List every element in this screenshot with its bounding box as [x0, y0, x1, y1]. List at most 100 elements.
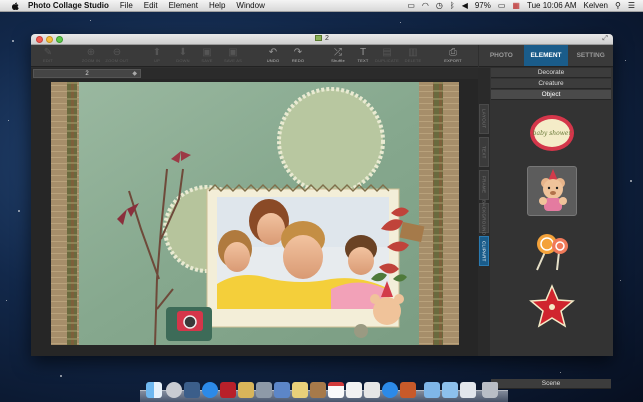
flag-icon[interactable]: ▦	[512, 1, 520, 11]
save-as-label: SAVE AS	[223, 58, 242, 63]
category-object[interactable]: Object	[491, 90, 611, 100]
notes-icon[interactable]	[292, 382, 308, 398]
apple-menu-icon[interactable]	[10, 1, 20, 11]
contacts-icon[interactable]	[310, 382, 326, 398]
tab-photo[interactable]: PHOTO	[479, 45, 524, 66]
zoom-in-button[interactable]: ⊕ ZOOM IN	[77, 47, 105, 64]
calendar-icon[interactable]	[328, 382, 344, 398]
canvas-area[interactable]	[31, 79, 478, 356]
star	[6, 300, 7, 301]
messages-icon[interactable]	[382, 382, 398, 398]
menu-element[interactable]: Element	[169, 1, 198, 10]
toolbar: ✎ EDIT ⊕ ZOOM IN ⊖ ZOOM OUT ⬆ UP ⬇ DOWN ▣ SAVE…	[31, 45, 478, 67]
side-tab-text[interactable]: TEXT	[479, 137, 489, 167]
export-icon: ⎙	[449, 47, 457, 58]
category-creature[interactable]: Creature	[491, 79, 611, 89]
teddy-bear-graphic	[539, 169, 567, 211]
airplay-icon[interactable]: ▭	[407, 1, 415, 11]
person-boy-face	[348, 247, 374, 275]
person-mother-face	[257, 213, 285, 245]
menu-window[interactable]: Window	[236, 1, 264, 10]
zoom-in-icon: ⊕	[86, 47, 96, 58]
app-window: 2 ⤢ ✎ EDIT ⊕ ZOOM IN ⊖ ZOOM OUT ⬆ UP ⬇ DOWN ▣…	[31, 34, 613, 389]
bluetooth-icon[interactable]: ᛒ	[450, 1, 455, 11]
star	[8, 120, 9, 121]
shuffle-button[interactable]: ⤮ Shuffle	[324, 47, 352, 64]
tab-element[interactable]: ELEMENT	[523, 45, 569, 66]
app-store-icon[interactable]	[202, 382, 218, 398]
notification-center-icon[interactable]: ☰	[628, 1, 635, 11]
clipart-baby-shower-tag[interactable]: baby shower	[527, 108, 577, 158]
textedit-icon[interactable]	[346, 382, 362, 398]
teddy-ear-right	[394, 294, 404, 304]
user-menu[interactable]: Kelven	[584, 1, 608, 11]
star	[625, 60, 626, 61]
save-button[interactable]: ▣ SAVE	[193, 47, 221, 64]
teddy-ear-left	[370, 294, 380, 304]
app-menu[interactable]: Photo Collage Studio	[28, 1, 109, 10]
menu-file[interactable]: File	[120, 1, 133, 10]
fullscreen-icon[interactable]: ⤢	[602, 35, 608, 43]
documents-folder-icon[interactable]	[442, 382, 458, 398]
reminders-icon[interactable]	[364, 382, 380, 398]
trash-dock-icon[interactable]	[482, 382, 498, 398]
edit-button[interactable]: ✎ EDIT	[34, 47, 62, 64]
redo-button[interactable]: ↷ REDO	[284, 47, 312, 64]
undo-button[interactable]: ↶ UNDO	[259, 47, 287, 64]
clock[interactable]: Tue 10:06 AM	[527, 1, 577, 11]
delete-label: DELETE	[404, 58, 422, 63]
clipart-lollipops[interactable]	[527, 224, 577, 274]
xcode-icon[interactable]	[274, 382, 290, 398]
camera-lens	[183, 315, 197, 329]
photo-booth-icon[interactable]	[220, 382, 236, 398]
document-tab[interactable]: 2 ◆	[33, 69, 141, 78]
spotlight-icon[interactable]: ⚲	[615, 1, 621, 11]
star	[560, 372, 561, 373]
iphoto-icon[interactable]	[238, 382, 254, 398]
undo-label: UNDO	[266, 58, 280, 63]
save-as-button[interactable]: ▣ SAVE AS	[219, 47, 247, 64]
menu-edit[interactable]: Edit	[144, 1, 158, 10]
export-button[interactable]: ⎙ EXPORT	[439, 47, 467, 64]
star	[18, 210, 20, 212]
side-tabs: LAYOUT TEXT FRAME BACKGROUND CLIPART	[478, 68, 490, 356]
category-scene[interactable]: Scene	[491, 379, 611, 389]
downloads-folder-icon[interactable]	[460, 382, 476, 398]
finder-icon[interactable]	[146, 382, 162, 398]
zoom-out-icon: ⊖	[112, 47, 122, 58]
side-tab-background[interactable]: BACKGROUND	[479, 200, 489, 236]
category-decorate[interactable]: Decorate	[491, 68, 611, 78]
volume-icon[interactable]: ◀	[462, 1, 468, 11]
zoom-in-label: ZOOM IN	[81, 58, 101, 63]
photo-collage-app-icon[interactable]	[400, 382, 416, 398]
collage-canvas[interactable]	[31, 79, 478, 356]
delete-button[interactable]: ▥ DELETE	[399, 47, 427, 64]
side-tab-frame[interactable]: FRAME	[479, 170, 489, 200]
side-tab-clipart[interactable]: CLIPART	[479, 236, 489, 266]
battery-icon[interactable]: ▭	[498, 1, 506, 11]
element-panel: Decorate Creature Object baby shower Sce…	[490, 68, 613, 389]
rocking-horse	[354, 324, 368, 338]
side-tab-layout[interactable]: LAYOUT	[479, 104, 489, 134]
edit-label: EDIT	[43, 58, 53, 63]
tab-setting[interactable]: SETTING	[568, 45, 613, 66]
move-up-button[interactable]: ⬆ UP	[143, 47, 171, 64]
clipart-teddy-bear[interactable]	[527, 166, 577, 216]
shuffle-label: Shuffle	[331, 58, 345, 63]
clipart-red-star[interactable]	[527, 282, 577, 332]
zoom-out-button[interactable]: ⊖ ZOOM OUT	[103, 47, 131, 64]
menu-help[interactable]: Help	[209, 1, 225, 10]
duplicate-label: DUPLICATE	[375, 58, 399, 63]
wifi-icon[interactable]: ◠	[422, 1, 429, 11]
launchpad-icon[interactable]	[166, 382, 182, 398]
tab-close-icon[interactable]: ◆	[132, 70, 137, 78]
duplicate-button[interactable]: ▤ DUPLICATE	[373, 47, 401, 64]
time-machine-icon[interactable]: ◷	[436, 1, 443, 11]
mission-control-icon[interactable]	[184, 382, 200, 398]
preview-icon[interactable]	[256, 382, 272, 398]
star	[630, 180, 632, 182]
title-bar[interactable]: 2 ⤢	[31, 34, 613, 45]
scallop-circle-top	[277, 87, 385, 195]
applications-folder-icon[interactable]	[424, 382, 440, 398]
star	[12, 40, 14, 42]
